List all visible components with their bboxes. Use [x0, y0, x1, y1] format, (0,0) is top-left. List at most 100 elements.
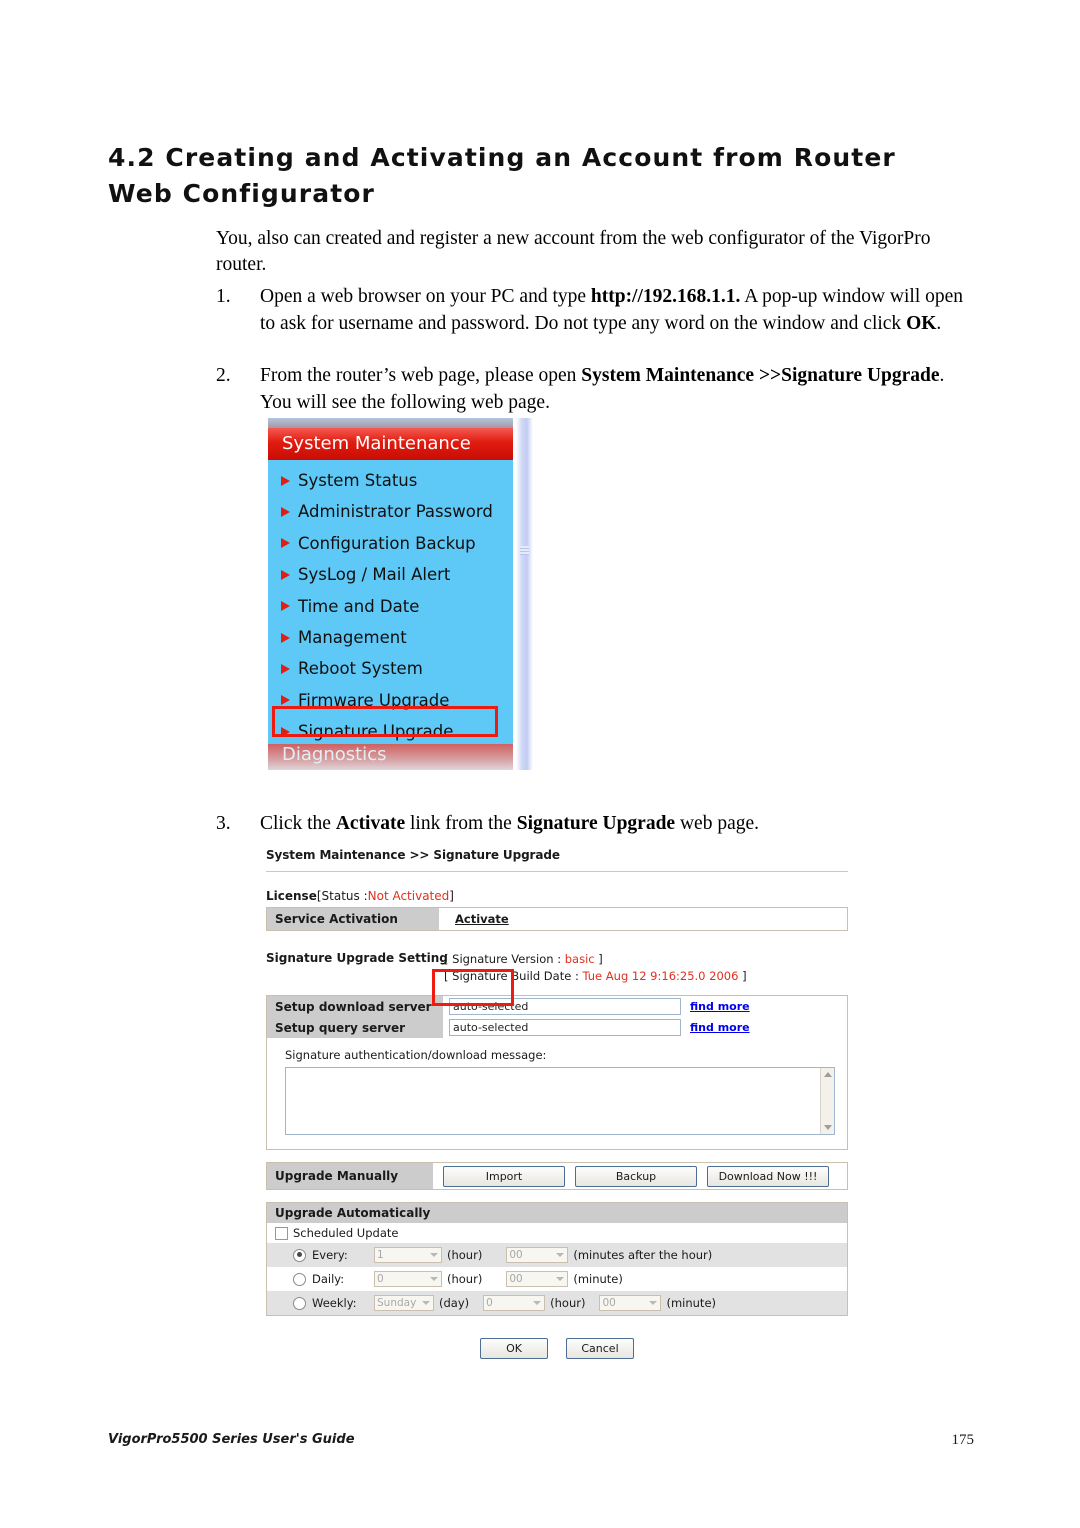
signature-upgrade-highlight-box	[272, 706, 498, 737]
step-2: 2. From the router’s web page, please op…	[216, 362, 968, 416]
menu-item-time-and-date[interactable]: Time and Date	[268, 591, 513, 622]
menu-item-system-status[interactable]: System Status	[268, 465, 513, 496]
router-menu-panel: System Maintenance System Status Adminis…	[268, 418, 513, 770]
menu-item-label: Management	[298, 627, 407, 647]
signature-upgrade-setting-label: Signature Upgrade Setting	[266, 951, 448, 965]
daily-hour-unit: (hour)	[447, 1272, 483, 1286]
message-label: Signature authentication/download messag…	[285, 1048, 547, 1062]
scroll-up-arrow-icon[interactable]	[824, 1072, 832, 1077]
activate-link[interactable]: Activate	[455, 912, 509, 926]
scheduled-update-checkbox[interactable]	[275, 1226, 288, 1240]
upgrade-manually-label: Upgrade Manually	[267, 1163, 433, 1189]
weekly-day-select[interactable]: Sunday	[374, 1295, 434, 1311]
menu-item-label: Time and Date	[298, 596, 420, 616]
service-activation-value-cell: Activate	[439, 908, 847, 930]
step-1: 1. Open a web browser on your PC and typ…	[216, 283, 968, 337]
menu-scrollbar[interactable]	[516, 418, 533, 770]
daily-minute-select[interactable]: 00	[506, 1271, 569, 1287]
step-3-post: web page.	[675, 813, 760, 834]
import-button[interactable]: Import	[443, 1165, 565, 1187]
signature-builddate-value: Tue Aug 12 9:16:25.0 2006	[582, 969, 739, 983]
ok-button[interactable]: OK	[480, 1338, 548, 1359]
triangle-bullet-icon	[281, 569, 290, 580]
menu-header-diagnostics[interactable]: Diagnostics	[268, 744, 513, 770]
download-now-button[interactable]: Download Now !!!	[707, 1165, 829, 1187]
signature-version-line: [ Signature Version : basic ]	[444, 951, 747, 968]
setup-query-server-field-wrap: find more	[443, 1017, 847, 1038]
weekly-hour-select[interactable]: 0	[483, 1295, 546, 1311]
menu-header-system-maintenance[interactable]: System Maintenance	[268, 428, 513, 460]
daily-minute-unit: (minute)	[573, 1272, 623, 1286]
step-1-pre: Open a web browser on your PC and type	[260, 286, 591, 307]
setup-query-server-input[interactable]	[449, 1019, 681, 1036]
step-3: 3. Click the Activate link from the Sign…	[216, 810, 968, 837]
setup-query-server-label: Setup query server	[267, 1017, 443, 1038]
upgrade-manually-panel: Upgrade Manually Import Backup Download …	[266, 1162, 848, 1190]
daily-hour-value: 0	[377, 1273, 384, 1285]
scheduled-update-row: Scheduled Update	[267, 1223, 847, 1243]
signature-builddate-suffix: ]	[738, 969, 747, 983]
weekly-minute-select[interactable]: 00	[599, 1295, 662, 1311]
server-settings-panel: Setup download server find more Setup qu…	[266, 995, 848, 1150]
step-3-text: Click the Activate link from the Signatu…	[260, 810, 968, 837]
step-3-bold-activate: Activate	[335, 813, 406, 834]
schedule-row-daily: Daily: 0 (hour) 00 (minute)	[267, 1267, 847, 1291]
radio-daily[interactable]	[293, 1272, 306, 1286]
license-label: License	[266, 889, 317, 903]
menu-top-faded-strip	[268, 418, 513, 428]
footer-guide-title: VigorPro5500 Series User's Guide	[108, 1432, 355, 1447]
step-1-text: Open a web browser on your PC and type h…	[260, 283, 968, 337]
cancel-button[interactable]: Cancel	[566, 1338, 634, 1359]
triangle-bullet-icon	[281, 664, 290, 675]
menu-item-label: Administrator Password	[298, 502, 493, 522]
backup-button[interactable]: Backup	[575, 1165, 697, 1187]
schedule-row-weekly: Weekly: Sunday (day) 0 (hour) 00 (minute…	[267, 1291, 847, 1315]
menu-item-management[interactable]: Management	[268, 622, 513, 653]
message-textarea-wrap	[285, 1067, 835, 1135]
chevron-down-icon	[533, 1301, 542, 1305]
menu-item-label: Reboot System	[298, 659, 423, 679]
breadcrumb: System Maintenance >> Signature Upgrade	[266, 848, 560, 862]
radio-weekly[interactable]	[293, 1296, 306, 1310]
weekly-minute-value: 00	[602, 1297, 616, 1309]
setup-download-server-row: Setup download server find more	[267, 996, 847, 1017]
radio-every[interactable]	[293, 1248, 306, 1262]
step-2-pre: From the router’s web page, please open	[260, 365, 582, 386]
chevron-down-icon	[649, 1301, 658, 1305]
weekly-hour-value: 0	[486, 1297, 493, 1309]
menu-item-administrator-password[interactable]: Administrator Password	[268, 496, 513, 527]
menu-item-label: Configuration Backup	[298, 533, 476, 553]
find-more-query-link[interactable]: find more	[690, 1021, 750, 1034]
triangle-bullet-icon	[281, 538, 290, 549]
upgrade-automatically-panel: Upgrade Automatically Scheduled Update E…	[266, 1202, 848, 1316]
schedule-weekly-label: Weekly:	[312, 1296, 357, 1310]
step-2-number: 2.	[216, 365, 231, 386]
step-1-number: 1.	[216, 286, 231, 307]
message-textarea-scrollbar[interactable]	[820, 1068, 834, 1134]
scroll-down-arrow-icon[interactable]	[824, 1125, 832, 1130]
triangle-bullet-icon	[281, 475, 290, 486]
step-2-text: From the router’s web page, please open …	[260, 362, 968, 416]
menu-item-syslog-mail-alert[interactable]: SysLog / Mail Alert	[268, 559, 513, 590]
service-activation-label: Service Activation	[267, 908, 439, 930]
schedule-every-label: Every:	[312, 1248, 348, 1262]
find-more-download-link[interactable]: find more	[690, 1000, 750, 1013]
scheduled-update-label: Scheduled Update	[293, 1226, 399, 1240]
signature-version-suffix: ]	[594, 952, 603, 966]
every-minute-select[interactable]: 00	[506, 1247, 569, 1263]
license-status-line: License[Status :Not Activated]	[266, 889, 848, 903]
menu-item-configuration-backup[interactable]: Configuration Backup	[268, 528, 513, 559]
menu-item-reboot-system[interactable]: Reboot System	[268, 653, 513, 684]
step-3-pre: Click the	[260, 813, 336, 834]
weekly-day-unit: (day)	[439, 1296, 470, 1310]
step-1-post: .	[936, 313, 942, 334]
every-hour-value: 1	[377, 1249, 384, 1261]
every-hour-select[interactable]: 1	[374, 1247, 442, 1263]
daily-hour-select[interactable]: 0	[374, 1271, 442, 1287]
form-action-buttons: OK Cancel	[266, 1338, 848, 1359]
signature-version-prefix: [ Signature Version :	[444, 952, 565, 966]
weekly-hour-unit: (hour)	[550, 1296, 586, 1310]
daily-minute-value: 00	[509, 1273, 523, 1285]
triangle-bullet-icon	[281, 695, 290, 706]
message-area: Signature authentication/download messag…	[267, 1038, 847, 1149]
